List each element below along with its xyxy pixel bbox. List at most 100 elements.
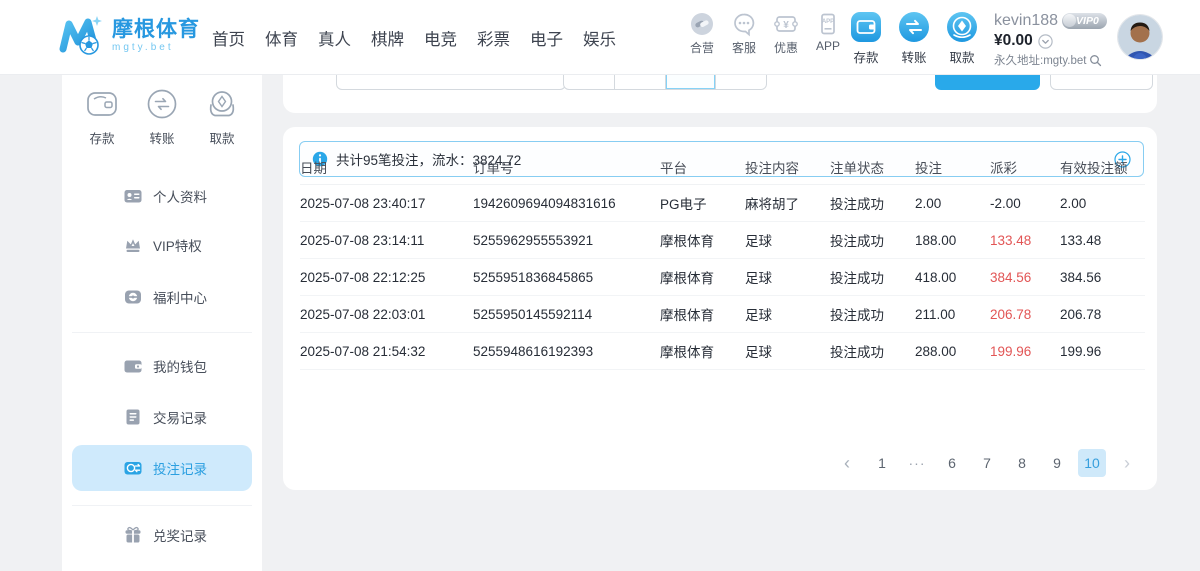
range-segment-1[interactable] (564, 75, 614, 89)
date-range-input[interactable] (336, 75, 566, 90)
nav-item-slots[interactable]: 电子 (530, 26, 563, 50)
support-button[interactable]: 客服 (728, 11, 760, 56)
col-date: 日期 (300, 157, 473, 177)
sidebar-item-wallet[interactable]: 我的钱包 (72, 343, 252, 389)
promo-button[interactable]: ¥ 优惠 (770, 11, 802, 56)
cell-status: 投注成功 (830, 267, 915, 287)
vip-badge: VIP0 (1062, 13, 1107, 29)
shortcut-label: 存款 (89, 128, 114, 147)
tool-label: 合营 (690, 39, 714, 56)
sidebar-item-bet-records[interactable]: 投注记录 (72, 445, 252, 491)
balance-row[interactable]: ¥0.00 (994, 32, 1114, 50)
tool-label: 优惠 (774, 39, 798, 56)
pagination-page-10-active[interactable]: 10 (1078, 449, 1106, 477)
bet-record-icon (123, 458, 143, 478)
username[interactable]: kevin188 (994, 12, 1058, 30)
brand-logo[interactable]: 摩根体育 mgty.bet (56, 13, 200, 59)
sidebar-item-label: VIP特权 (153, 235, 202, 255)
range-segment-2[interactable] (614, 75, 665, 89)
cell-stake: 211.00 (915, 307, 990, 322)
range-segment-3-selected[interactable] (665, 75, 716, 89)
pagination-prev[interactable]: ‹ (833, 449, 861, 477)
header-tools: 合营 客服 ¥ (686, 11, 844, 56)
range-segment-4[interactable] (715, 75, 766, 89)
cell-payout: 199.96 (990, 344, 1060, 359)
withdraw-button[interactable]: 取款 (944, 10, 980, 66)
tool-label: 客服 (732, 39, 756, 56)
cell-stake: 418.00 (915, 270, 990, 285)
search-button[interactable] (935, 75, 1040, 90)
transfer-button[interactable]: 转账 (896, 10, 932, 66)
sidebar-deposit-shortcut[interactable]: 存款 (76, 85, 128, 147)
quick-label: 取款 (949, 47, 974, 66)
cell-platform: 摩根体育 (660, 230, 745, 250)
brand-domain: mgty.bet (112, 42, 200, 54)
avatar[interactable] (1118, 15, 1162, 59)
cell-valid-stake: 133.48 (1060, 233, 1145, 248)
pagination-next[interactable]: › (1113, 449, 1141, 477)
crown-icon (123, 235, 143, 255)
sidebar-item-welfare[interactable]: 福利中心 (72, 274, 252, 320)
sidebar: 存款 转账 取款 (62, 75, 262, 571)
cell-payout: -2.00 (990, 196, 1060, 211)
sidebar-item-transactions[interactable]: 交易记录 (72, 394, 252, 440)
partner-button[interactable]: 合营 (686, 11, 718, 56)
wallet-icon (123, 356, 143, 376)
pagination: ‹ 1 ··· 6 7 8 9 10 › (833, 448, 1141, 478)
nav-item-cards[interactable]: 棋牌 (371, 26, 404, 50)
brand-logo-icon (56, 13, 106, 59)
sidebar-withdraw-shortcut[interactable]: 取款 (196, 85, 248, 147)
pagination-page-6[interactable]: 6 (938, 449, 966, 477)
table-row: 2025-07-08 22:03:01 5255950145592114 摩根体… (300, 296, 1145, 333)
deposit-outline-icon (83, 85, 121, 123)
pagination-ellipsis[interactable]: ··· (903, 449, 931, 477)
handshake-icon (689, 11, 715, 37)
cell-valid-stake: 206.78 (1060, 307, 1145, 322)
sidebar-transfer-shortcut[interactable]: 转账 (136, 85, 188, 147)
deposit-button[interactable]: 存款 (848, 10, 884, 66)
support-chat-icon (731, 11, 757, 37)
gift-box-icon (123, 525, 143, 545)
nav-item-home[interactable]: 首页 (212, 26, 245, 50)
pagination-page-9[interactable]: 9 (1043, 449, 1071, 477)
app-download-button[interactable]: APP APP (812, 11, 844, 56)
col-stake: 投注 (915, 157, 990, 177)
pagination-page-1[interactable]: 1 (868, 449, 896, 477)
nav-item-entertainment[interactable]: 娱乐 (583, 26, 616, 50)
nav-item-lottery[interactable]: 彩票 (477, 26, 510, 50)
cell-order-no: 5255962955553921 (473, 233, 660, 248)
sidebar-shortcuts: 存款 转账 取款 (76, 85, 248, 147)
col-platform: 平台 (660, 157, 745, 177)
user-info: kevin188 VIP0 ¥0.00 永久地址:mgty.bet (994, 12, 1114, 68)
sidebar-item-vip[interactable]: VIP特权 (72, 222, 252, 268)
cell-payout: 384.56 (990, 270, 1060, 285)
col-status: 注单状态 (830, 157, 915, 177)
transaction-record-icon (123, 407, 143, 427)
sidebar-item-redeem[interactable]: 兑奖记录 (72, 512, 252, 558)
cell-date: 2025-07-08 22:03:01 (300, 307, 473, 322)
col-order-no: 订单号 (473, 157, 660, 177)
cell-bet-content: 足球 (745, 267, 830, 287)
divider (72, 505, 252, 506)
table-header-row: 日期 订单号 平台 投注内容 注单状态 投注 派彩 有效投注额 (300, 149, 1145, 185)
search-icon[interactable] (1089, 54, 1102, 67)
table-row: 2025-07-08 22:12:25 5255951836845865 摩根体… (300, 259, 1145, 296)
reset-button[interactable] (1050, 75, 1153, 90)
sidebar-item-profile[interactable]: 个人资料 (72, 173, 252, 219)
cell-order-no: 5255950145592114 (473, 307, 660, 322)
cell-status: 投注成功 (830, 193, 915, 213)
cell-platform: 摩根体育 (660, 341, 745, 361)
col-valid-stake: 有效投注额 (1060, 157, 1145, 177)
nav-item-esports[interactable]: 电竞 (424, 26, 457, 50)
nav-item-live[interactable]: 真人 (318, 26, 351, 50)
pagination-page-7[interactable]: 7 (973, 449, 1001, 477)
nav-item-sports[interactable]: 体育 (265, 26, 298, 50)
svg-text:APP: APP (822, 19, 834, 25)
sidebar-item-label: 投注记录 (153, 458, 207, 478)
cell-platform: 摩根体育 (660, 304, 745, 324)
pagination-page-8[interactable]: 8 (1008, 449, 1036, 477)
quick-actions: 存款 转账 (848, 10, 980, 66)
deposit-wallet-icon (849, 10, 883, 44)
sidebar-item-label: 个人资料 (153, 186, 207, 206)
chevron-down-icon[interactable] (1038, 34, 1053, 49)
